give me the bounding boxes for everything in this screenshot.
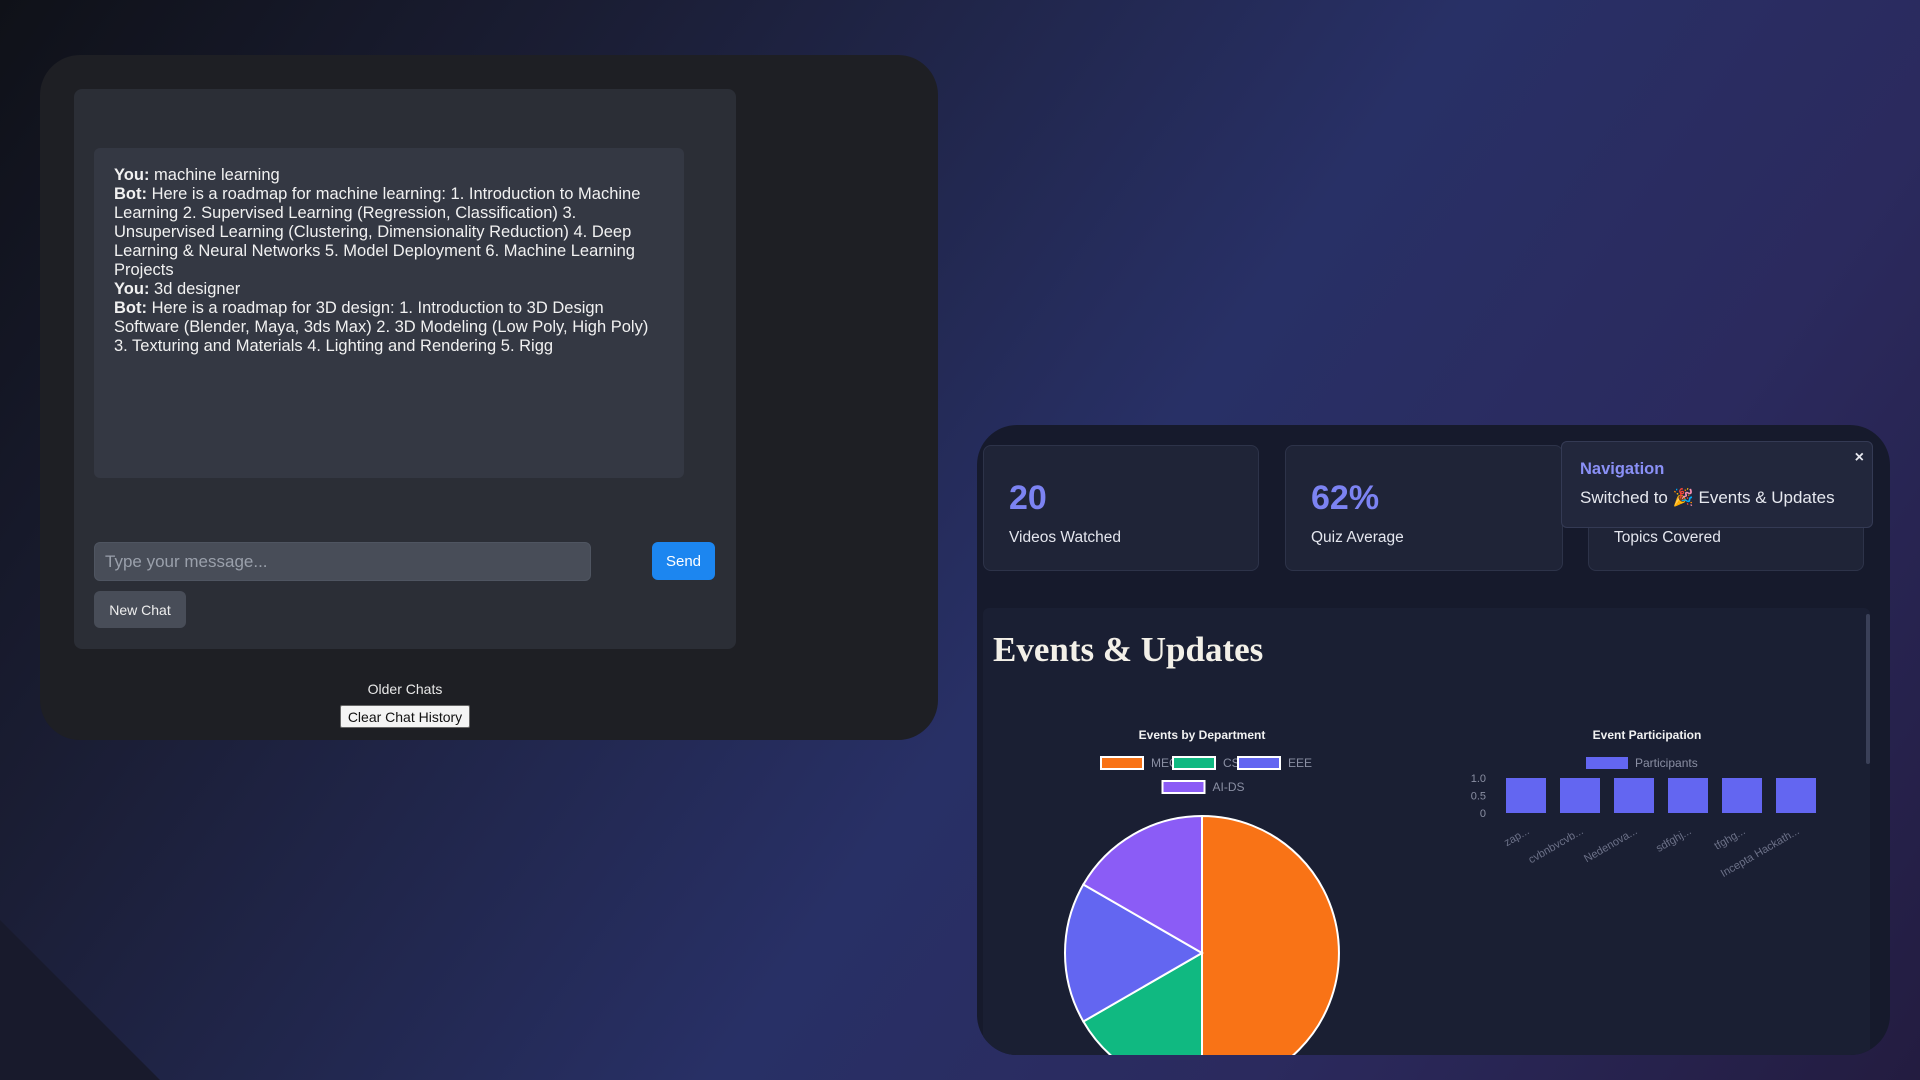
stat-label: Videos Watched	[1009, 529, 1122, 546]
toast-message: Switched to 🎉 Events & Updates	[1580, 488, 1835, 507]
legend-label-participants: Participants	[1635, 756, 1698, 770]
legend-swatch-ai-ds	[1161, 780, 1206, 794]
send-button[interactable]: Send	[652, 542, 715, 580]
older-chats-label: Older Chats	[367, 681, 443, 697]
x-tick-label: tfghg...	[1712, 825, 1747, 852]
close-icon[interactable]: ×	[1855, 449, 1864, 467]
x-tick-label: zap...	[1502, 825, 1531, 849]
chat-message: You: 3d designer	[114, 280, 664, 299]
y-tick-label: 1.0	[1471, 773, 1486, 785]
stat-card-videos: 20 Videos Watched	[983, 445, 1259, 571]
bar	[1668, 778, 1708, 813]
bar	[1560, 778, 1600, 813]
chat-container: You: machine learning Bot: Here is a roa…	[74, 89, 736, 649]
stat-value: 62%	[1311, 479, 1380, 517]
stat-label: Topics Covered	[1614, 529, 1721, 546]
pie-slice-mech	[1201, 814, 1340, 1055]
x-tick-label: Nedenova...	[1582, 825, 1639, 865]
message-input[interactable]	[94, 542, 591, 581]
bar	[1722, 778, 1762, 813]
bar	[1776, 778, 1816, 813]
chat-message: Bot: Here is a roadmap for 3D design: 1.…	[114, 299, 664, 356]
toast-title: Navigation	[1580, 460, 1665, 478]
bar-chart-title: Event Participation	[1593, 728, 1702, 742]
clear-chat-history-button[interactable]: Clear Chat History	[340, 705, 470, 728]
message-speaker: You:	[114, 166, 150, 184]
legend-swatch-csc	[1172, 756, 1216, 770]
message-text: Here is a roadmap for 3D design: 1. Intr…	[114, 299, 649, 355]
legend-swatch-mech	[1100, 756, 1144, 770]
legend-label-ai-ds: AI-DS	[1213, 780, 1245, 794]
dashboard-panel: 20 Videos Watched 62% Quiz Average Topic…	[977, 425, 1890, 1055]
message-text: Here is a roadmap for machine learning: …	[114, 185, 641, 279]
message-speaker: Bot:	[114, 299, 147, 317]
chat-message: Bot: Here is a roadmap for machine learn…	[114, 185, 664, 280]
message-text: machine learning	[149, 166, 280, 184]
navigation-toast: Navigation Switched to 🎉 Events & Update…	[1561, 441, 1873, 528]
bar	[1506, 778, 1546, 813]
chat-message: You: machine learning	[114, 166, 664, 185]
legend-swatch-participants	[1586, 757, 1628, 769]
chatbot-panel: You: machine learning Bot: Here is a roa…	[40, 55, 938, 740]
message-speaker: You:	[114, 280, 150, 298]
stat-card-quiz: 62% Quiz Average	[1285, 445, 1563, 571]
message-text: 3d designer	[149, 280, 241, 298]
stat-value: 20	[1009, 479, 1047, 517]
pie-chart-title: Events by Department	[1139, 728, 1266, 742]
background-corner-shape	[0, 920, 160, 1080]
y-tick-label: 0	[1480, 808, 1486, 820]
legend-label-eee: EEE	[1288, 756, 1312, 770]
stat-label: Quiz Average	[1311, 529, 1404, 546]
message-speaker: Bot:	[114, 185, 147, 203]
events-section: Events & Updates Events by Department MEC…	[983, 608, 1870, 1055]
legend-swatch-eee	[1237, 756, 1281, 770]
y-tick-label: 0.5	[1471, 791, 1486, 803]
chat-log: You: machine learning Bot: Here is a roa…	[94, 148, 684, 478]
x-tick-label: cvbnbvcvb...	[1527, 825, 1586, 866]
charts-area: Events by DepartmentMECH CSC EEEAI-DSEvent…	[1064, 728, 1816, 1055]
x-tick-label: sdfghj...	[1654, 825, 1693, 855]
new-chat-button[interactable]: New Chat	[94, 591, 186, 628]
bar	[1614, 778, 1654, 813]
